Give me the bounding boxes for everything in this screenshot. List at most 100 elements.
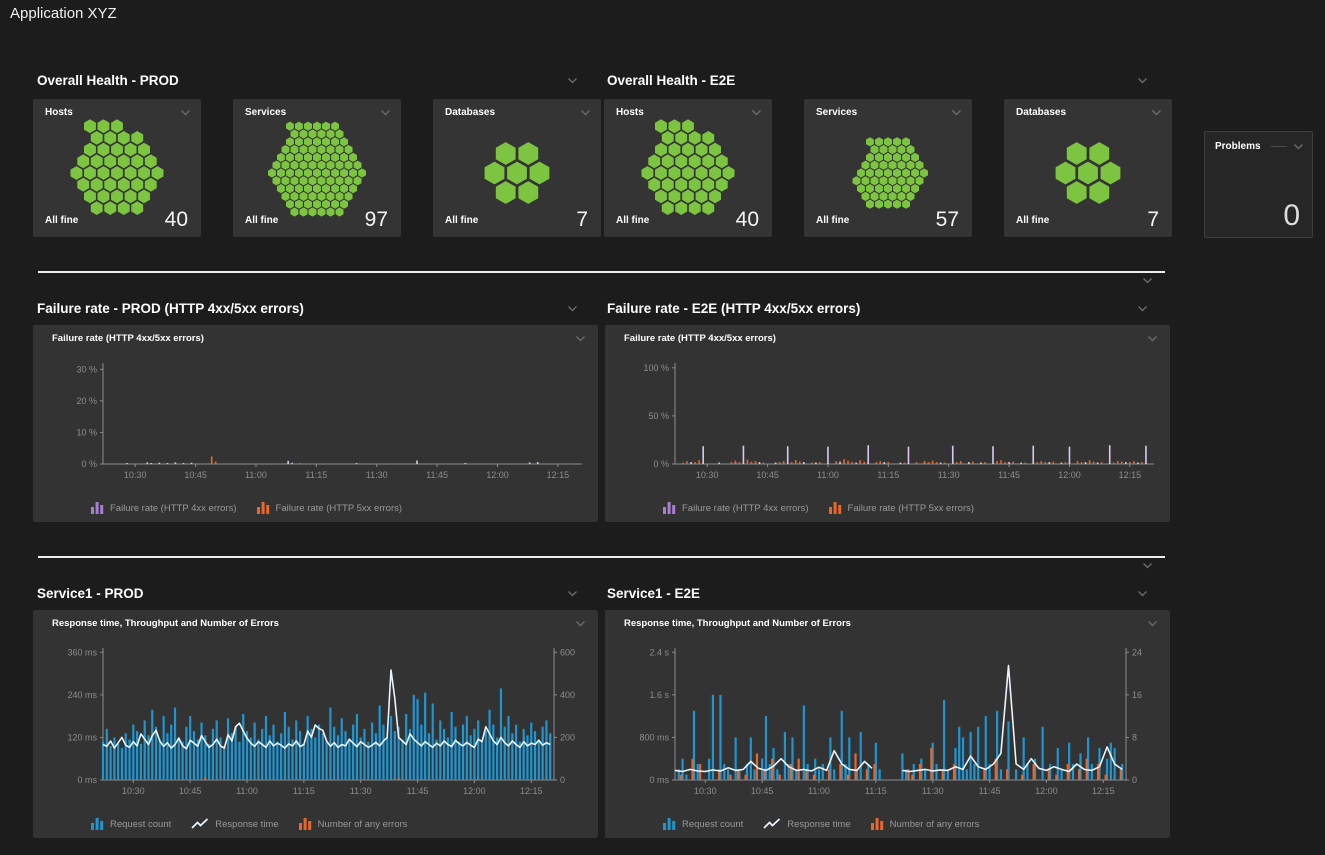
legend-label: Failure rate (HTTP 5xx errors) (276, 503, 403, 514)
section-title: Failure rate - E2E (HTTP 4xx/5xx errors) (607, 301, 860, 316)
bar-chart-icon (91, 818, 104, 830)
bar-chart-icon (871, 818, 884, 830)
svg-text:11:45: 11:45 (407, 786, 429, 796)
svg-text:12:15: 12:15 (1092, 786, 1115, 796)
tile-title: Hosts (616, 107, 644, 118)
section-title: Overall Health - PROD (37, 73, 179, 88)
health-tile-hosts-e2e[interactable]: Hosts All fine 40 (604, 99, 772, 237)
chevron-down-icon[interactable] (1137, 305, 1148, 312)
tile-title: Databases (445, 107, 495, 118)
chevron-down-icon[interactable] (580, 109, 591, 116)
svg-text:11:15: 11:15 (877, 470, 899, 480)
svg-text:11:45: 11:45 (979, 786, 1001, 796)
chart-legend: Failure rate (HTTP 4xx errors) Failure ra… (663, 502, 974, 514)
legend-item[interactable]: Response time (763, 818, 850, 830)
legend-item[interactable]: Number of any errors (871, 818, 980, 830)
chevron-down-icon[interactable] (1142, 277, 1153, 284)
status-text: All fine (816, 215, 849, 226)
legend-item[interactable]: Number of any errors (299, 818, 408, 830)
status-text: All fine (45, 215, 78, 226)
svg-text:11:30: 11:30 (922, 786, 944, 796)
svg-text:120 ms: 120 ms (67, 732, 97, 742)
chevron-down-icon[interactable] (751, 109, 762, 116)
entity-count: 97 (365, 208, 388, 232)
svg-text:0 %: 0 % (653, 459, 669, 469)
bar-chart-icon (91, 502, 104, 514)
chart-legend: Failure rate (HTTP 4xx errors) Failure ra… (91, 502, 402, 514)
tile-title: Problems (1215, 141, 1261, 152)
legend-label: Failure rate (HTTP 5xx errors) (848, 503, 975, 514)
svg-text:50 %: 50 % (648, 411, 669, 421)
chevron-down-icon[interactable] (380, 109, 391, 116)
chevron-down-icon[interactable] (575, 620, 586, 627)
svg-text:11:30: 11:30 (350, 786, 372, 796)
legend-item[interactable]: Request count (663, 818, 743, 830)
section-header-failure-prod: Failure rate - PROD (HTTP 4xx/5xx errors… (37, 301, 578, 316)
chart-tile-failure-prod[interactable]: Failure rate (HTTP 4xx/5xx errors) 0 %10… (33, 325, 598, 522)
bar-chart-icon (663, 502, 676, 514)
svg-text:30 %: 30 % (76, 364, 97, 374)
status-text: All fine (1016, 215, 1049, 226)
entity-count: 40 (736, 208, 759, 232)
legend-item[interactable]: Failure rate (HTTP 5xx errors) (829, 502, 975, 514)
health-tile-databases-prod[interactable]: Databases All fine 7 (433, 99, 601, 237)
chevron-down-icon[interactable] (951, 109, 962, 116)
chevron-down-icon[interactable] (567, 590, 578, 597)
service-e2e-chart[interactable]: 0 ms800 ms1.6 s2.4 s08162410:3010:4511:0… (611, 634, 1164, 806)
tile-title: Services (245, 107, 286, 118)
failure-e2e-chart[interactable]: 0 %50 %100 %10:3010:4511:0011:1511:3011:… (611, 349, 1164, 490)
tile-title: Hosts (45, 107, 73, 118)
legend-label: Request count (682, 819, 743, 830)
tile-title: Databases (1016, 107, 1066, 118)
svg-text:12:15: 12:15 (520, 786, 543, 796)
svg-text:11:15: 11:15 (865, 786, 887, 796)
chevron-down-icon[interactable] (567, 305, 578, 312)
chevron-down-icon[interactable] (1293, 143, 1304, 150)
svg-text:12:15: 12:15 (547, 470, 570, 480)
svg-text:11:45: 11:45 (426, 470, 448, 480)
chevron-down-icon[interactable] (1137, 77, 1148, 84)
legend-item[interactable]: Response time (191, 818, 278, 830)
svg-text:0 ms: 0 ms (77, 775, 97, 785)
page-title: Application XYZ (10, 5, 117, 22)
legend-item[interactable]: Failure rate (HTTP 4xx errors) (663, 502, 809, 514)
chevron-down-icon[interactable] (1142, 562, 1153, 569)
chart-legend: Request count Response time Number of any … (663, 818, 979, 830)
section-header-service-prod: Service1 - PROD (37, 586, 578, 601)
chart-legend: Request count Response time Number of any … (91, 818, 407, 830)
status-text: All fine (245, 215, 278, 226)
health-tile-services-e2e[interactable]: Services All fine 57 (804, 99, 972, 237)
chevron-down-icon[interactable] (1147, 620, 1158, 627)
health-tile-services-prod[interactable]: Services All fine 97 (233, 99, 401, 237)
svg-text:10:45: 10:45 (756, 470, 779, 480)
legend-label: Failure rate (HTTP 4xx errors) (682, 503, 809, 514)
chevron-down-icon[interactable] (575, 335, 586, 342)
legend-label: Number of any errors (890, 819, 980, 830)
dashboard: Application XYZ Overall Health - PROD Ov… (0, 0, 1325, 855)
health-tile-databases-e2e[interactable]: Databases All fine 7 (1004, 99, 1172, 237)
chart-tile-failure-e2e[interactable]: Failure rate (HTTP 4xx/5xx errors) 0 % 50… (605, 325, 1170, 522)
svg-text:11:00: 11:00 (817, 470, 839, 480)
chart-title: Failure rate (HTTP 4xx/5xx errors) (624, 333, 776, 344)
svg-text:10:30: 10:30 (696, 470, 719, 480)
problems-tile[interactable]: Problems 0 (1204, 131, 1313, 238)
section-title: Overall Health - E2E (607, 73, 735, 88)
chart-tile-service-e2e[interactable]: Response time, Throughput and Number of … (605, 610, 1170, 838)
chart-tile-service-prod[interactable]: Response time, Throughput and Number of … (33, 610, 598, 838)
chevron-down-icon[interactable] (567, 77, 578, 84)
chevron-down-icon[interactable] (1137, 590, 1148, 597)
svg-text:12:00: 12:00 (1035, 786, 1058, 796)
status-text: All fine (616, 215, 649, 226)
chevron-down-icon[interactable] (1151, 109, 1162, 116)
svg-text:12:00: 12:00 (1058, 470, 1081, 480)
failure-prod-chart[interactable]: 0 %10 %20 %30 %10:3010:4511:0011:1511:30… (39, 349, 592, 490)
legend-item[interactable]: Failure rate (HTTP 4xx errors) (91, 502, 237, 514)
chevron-down-icon[interactable] (180, 109, 191, 116)
chevron-down-icon[interactable] (1147, 335, 1158, 342)
health-tile-hosts-prod[interactable]: Hosts All fine 40 (33, 99, 201, 237)
legend-item[interactable]: Failure rate (HTTP 5xx errors) (257, 502, 403, 514)
legend-item[interactable]: Request count (91, 818, 171, 830)
svg-text:10 %: 10 % (76, 427, 97, 437)
service-prod-chart[interactable]: 0 ms120 ms240 ms360 ms020040060010:3010:… (39, 634, 592, 806)
svg-text:10:30: 10:30 (124, 470, 147, 480)
